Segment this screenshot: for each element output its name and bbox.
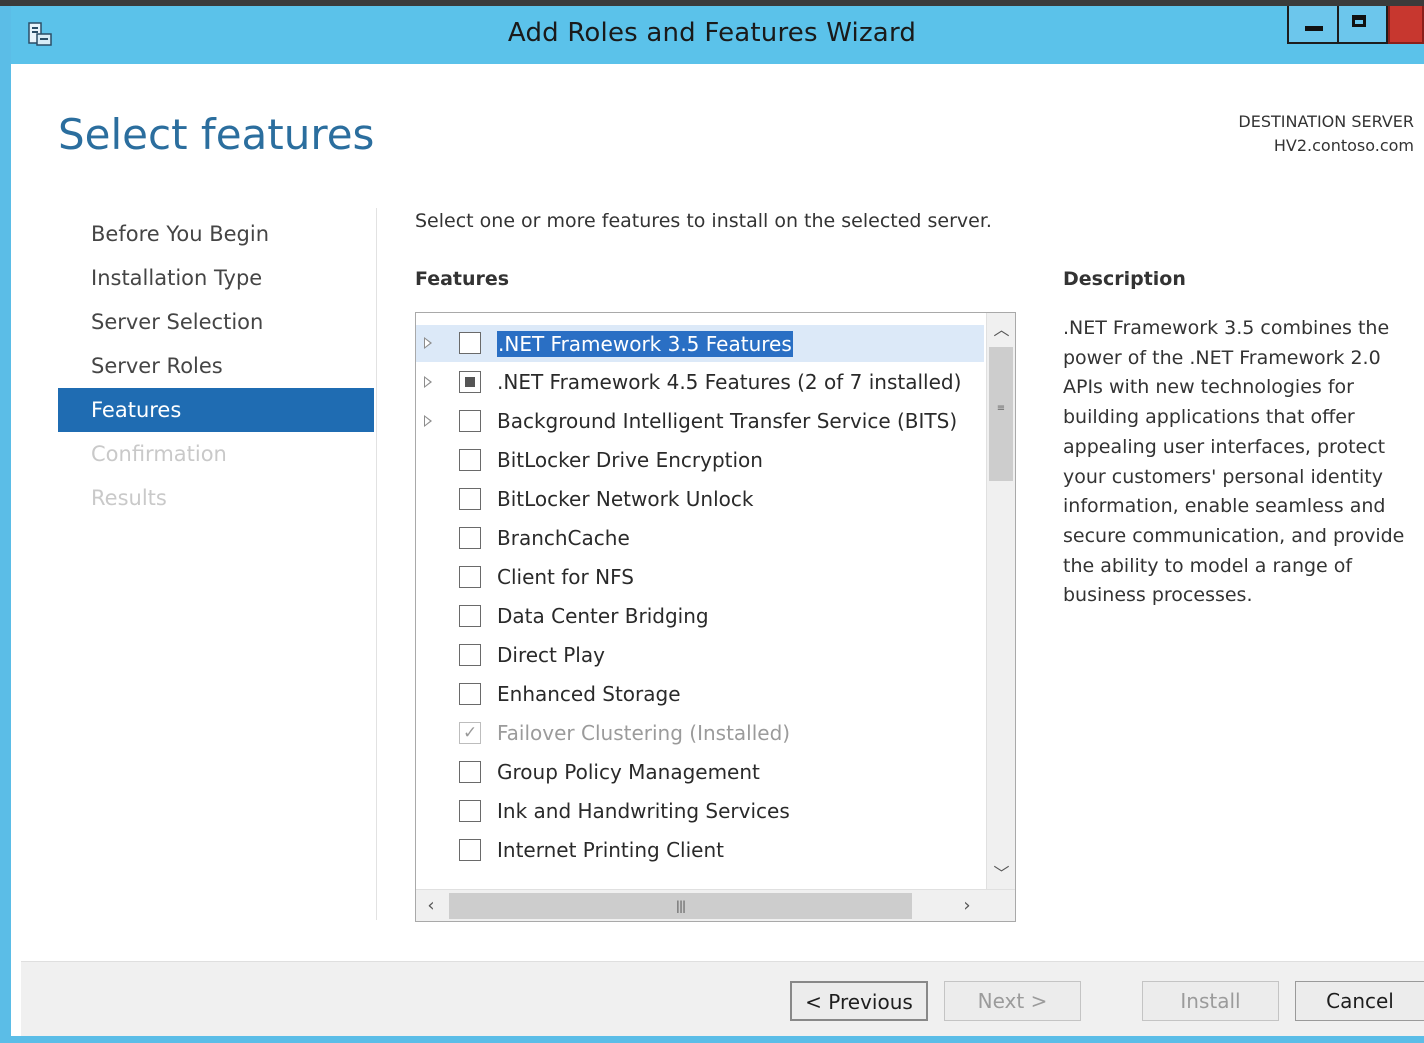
feature-checkbox[interactable] — [459, 644, 481, 666]
nav-item-installation-type[interactable]: Installation Type — [58, 256, 374, 300]
wizard-nav: Before You Begin Installation Type Serve… — [58, 212, 374, 520]
features-tree[interactable]: .NET Framework 3.5 Features .NET Framewo… — [415, 312, 1016, 922]
feature-label: BitLocker Drive Encryption — [497, 448, 763, 472]
feature-label: Enhanced Storage — [497, 682, 681, 706]
minimize-button[interactable] — [1287, 6, 1339, 44]
feature-checkbox[interactable] — [459, 800, 481, 822]
expand-arrow-icon[interactable] — [424, 415, 432, 427]
title-bar[interactable]: Add Roles and Features Wizard — [0, 6, 1424, 64]
destination-server-label: DESTINATION SERVER — [1238, 112, 1414, 131]
feature-label: Client for NFS — [497, 565, 634, 589]
checkmark-icon: ✓ — [463, 723, 478, 743]
feature-label: Data Center Bridging — [497, 604, 709, 628]
feature-checkbox[interactable] — [459, 410, 481, 432]
install-button: Install — [1142, 981, 1279, 1021]
feature-checkbox[interactable] — [459, 683, 481, 705]
nav-item-results: Results — [91, 486, 167, 510]
feature-checkbox[interactable] — [459, 566, 481, 588]
page-title: Select features — [58, 110, 375, 159]
nav-item-before-you-begin[interactable]: Before You Begin — [58, 212, 374, 256]
instruction-text: Select one or more features to install o… — [415, 210, 992, 232]
feature-row-group-policy[interactable]: Group Policy Management — [416, 754, 984, 791]
feature-label: BitLocker Network Unlock — [497, 487, 754, 511]
feature-label: Background Intelligent Transfer Service … — [497, 409, 958, 433]
feature-row-net45[interactable]: .NET Framework 4.5 Features (2 of 7 inst… — [416, 364, 984, 401]
feature-row-net35[interactable]: .NET Framework 3.5 Features — [416, 325, 984, 362]
feature-row-internet-printing[interactable]: Internet Printing Client — [416, 832, 984, 869]
feature-row-bitlocker-network[interactable]: BitLocker Network Unlock — [416, 481, 984, 518]
feature-label: Failover Clustering (Installed) — [497, 721, 791, 745]
feature-checkbox[interactable] — [459, 371, 481, 393]
feature-checkbox[interactable] — [459, 449, 481, 471]
description-text: .NET Framework 3.5 combines the power of… — [1063, 317, 1405, 607]
features-tree-viewport: .NET Framework 3.5 Features .NET Framewo… — [416, 313, 986, 889]
window-frame-left — [0, 6, 11, 1043]
scroll-left-icon[interactable]: ‹ — [416, 890, 446, 921]
feature-row-ink-handwriting[interactable]: Ink and Handwriting Services — [416, 793, 984, 830]
feature-checkbox[interactable] — [459, 605, 481, 627]
feature-row-bits[interactable]: Background Intelligent Transfer Service … — [416, 403, 984, 440]
features-heading: Features — [415, 268, 510, 290]
expand-arrow-icon[interactable] — [424, 337, 432, 349]
feature-row-enhanced-storage[interactable]: Enhanced Storage — [416, 676, 984, 713]
feature-row-direct-play[interactable]: Direct Play — [416, 637, 984, 674]
scroll-right-icon[interactable]: › — [952, 890, 982, 921]
feature-row-branchcache[interactable]: BranchCache — [416, 520, 984, 557]
feature-label: Group Policy Management — [497, 760, 760, 784]
destination-server-name: HV2.contoso.com — [1273, 136, 1414, 155]
nav-item-server-selection[interactable]: Server Selection — [58, 300, 374, 344]
feature-row-client-nfs[interactable]: Client for NFS — [416, 559, 984, 596]
description-heading: Description — [1063, 268, 1186, 290]
feature-row-failover-clustering: ✓ Failover Clustering (Installed) — [416, 715, 984, 752]
cancel-button[interactable]: Cancel — [1295, 981, 1424, 1021]
feature-checkbox[interactable] — [459, 761, 481, 783]
previous-button[interactable]: < Previous — [790, 981, 928, 1021]
feature-checkbox[interactable] — [459, 839, 481, 861]
feature-label: Ink and Handwriting Services — [497, 799, 790, 823]
scroll-grip-icon: ||| — [675, 899, 686, 913]
scroll-grip-icon: ≡ — [996, 403, 1006, 414]
maximize-button[interactable] — [1339, 6, 1388, 44]
next-button: Next > — [944, 981, 1081, 1021]
nav-item-confirmation: Confirmation — [91, 442, 227, 466]
feature-label: BranchCache — [497, 526, 630, 550]
feature-checkbox[interactable] — [459, 527, 481, 549]
scroll-up-icon[interactable]: ︿ — [987, 315, 1015, 345]
vertical-scrollbar[interactable]: ︿ ≡ ﹀ — [986, 313, 1015, 889]
scroll-down-icon[interactable]: ﹀ — [987, 859, 1015, 889]
nav-item-features[interactable]: Features — [58, 388, 374, 432]
horizontal-scrollbar[interactable]: ‹ ||| › — [416, 889, 1015, 921]
feature-checkbox[interactable] — [459, 488, 481, 510]
feature-row-bitlocker-drive[interactable]: BitLocker Drive Encryption — [416, 442, 984, 479]
horizontal-scroll-thumb[interactable]: ||| — [449, 893, 912, 919]
close-button[interactable] — [1388, 6, 1424, 44]
expand-arrow-icon[interactable] — [424, 376, 432, 388]
vertical-scroll-thumb[interactable]: ≡ — [989, 347, 1013, 481]
feature-label: .NET Framework 3.5 Features — [497, 331, 793, 357]
feature-label: .NET Framework 4.5 Features (2 of 7 inst… — [497, 370, 962, 394]
feature-checkbox: ✓ — [459, 722, 481, 744]
window-title: Add Roles and Features Wizard — [507, 18, 917, 48]
minimize-icon — [1305, 26, 1323, 31]
feature-checkbox[interactable] — [459, 332, 481, 354]
window-frame-bottom — [0, 1036, 1424, 1043]
feature-label: Direct Play — [497, 643, 605, 667]
feature-row-dcb[interactable]: Data Center Bridging — [416, 598, 984, 635]
nav-item-server-roles[interactable]: Server Roles — [58, 344, 374, 388]
nav-divider — [376, 208, 377, 920]
maximize-icon — [1352, 15, 1366, 27]
feature-label: Internet Printing Client — [497, 838, 724, 862]
